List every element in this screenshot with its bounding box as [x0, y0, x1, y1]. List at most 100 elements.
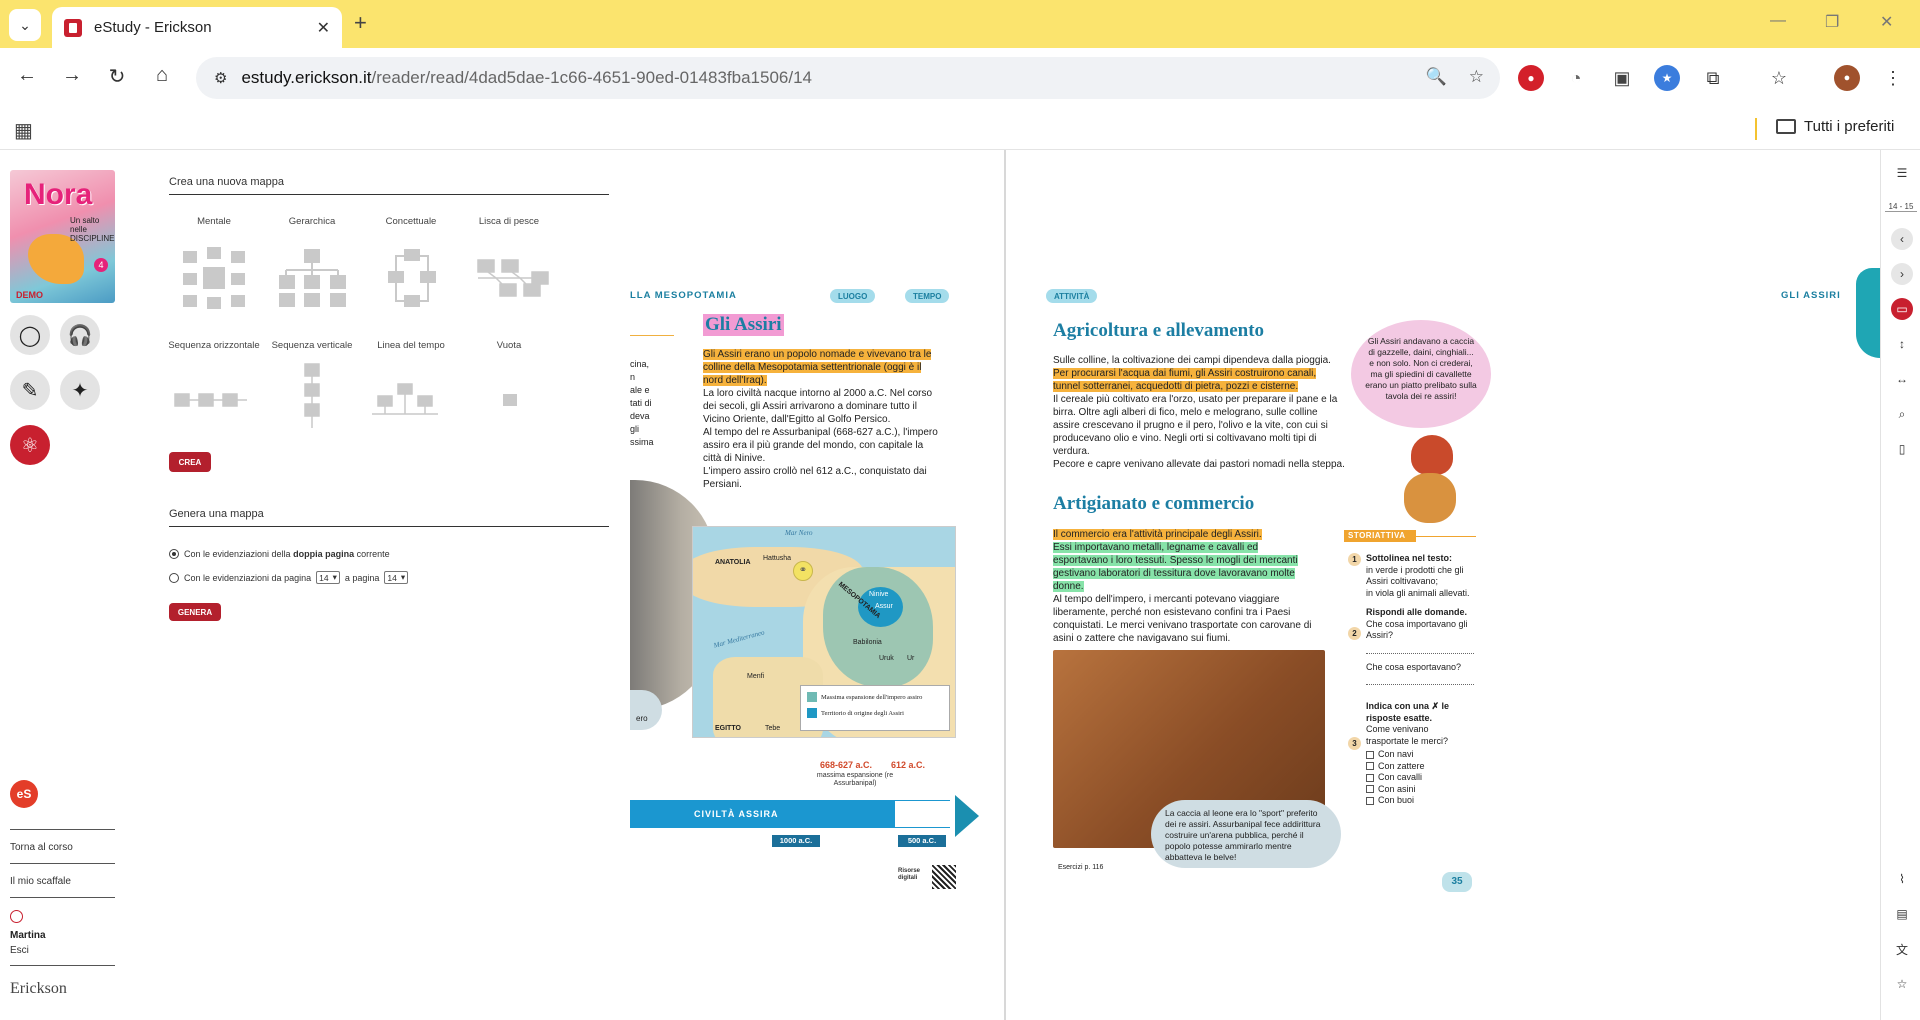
- extensions-puzzle-icon[interactable]: ⧉: [1700, 65, 1726, 91]
- zoom-icon[interactable]: 🔍: [1426, 67, 1447, 87]
- left-p2: Al tempo del re Assurbanipal (668-627 a.…: [703, 427, 938, 464]
- browser-menu-icon[interactable]: ⋮: [1880, 65, 1906, 91]
- option-row[interactable]: Con zattere: [1366, 761, 1474, 773]
- map-link-icon[interactable]: ⚭: [793, 561, 813, 581]
- fit-width-icon[interactable]: ↔: [1891, 368, 1913, 390]
- create-map-button[interactable]: CREA: [169, 452, 211, 472]
- option-label: Con buoi: [1378, 795, 1415, 805]
- browser-tab[interactable]: eStudy - Erickson ✕: [52, 7, 342, 48]
- new-tab-button[interactable]: +: [354, 10, 367, 36]
- close-icon[interactable]: ✕: [317, 18, 330, 38]
- home-icon[interactable]: ⌂: [147, 64, 177, 87]
- option-checkbox[interactable]: [1366, 762, 1374, 771]
- extension-screen-icon[interactable]: ▣: [1609, 65, 1635, 91]
- timeline-map-icon[interactable]: [370, 382, 440, 418]
- apps-grid-icon[interactable]: ▦: [14, 118, 33, 143]
- back-icon[interactable]: ←: [12, 64, 42, 87]
- translate-icon[interactable]: 文: [1891, 938, 1913, 960]
- mascot-character: [1386, 435, 1466, 530]
- timeline-date-1-note: massima espansione (re Assurbanipal): [816, 772, 894, 787]
- cover-demo-badge: DEMO: [16, 290, 43, 300]
- left-rail: Nora Un salto nelle DISCIPLINE 4 DEMO ◯ …: [0, 150, 125, 1020]
- option-page-range[interactable]: Con le evidenziazioni da pagina 14 ▾ a pa…: [169, 571, 409, 584]
- fit-height-icon[interactable]: ↕: [1891, 333, 1913, 355]
- tab-search-button[interactable]: ⌄: [9, 9, 41, 41]
- page-from-select[interactable]: 14 ▾: [316, 571, 340, 584]
- answer-line: [1366, 673, 1474, 685]
- map-panel: Crea una nuova mappa Mentale Gerarchica …: [125, 150, 630, 1020]
- cover-subtitle: Un salto nelle DISCIPLINE: [70, 216, 115, 243]
- window-close-icon[interactable]: ✕: [1880, 12, 1893, 32]
- back-to-course-link[interactable]: Torna al corso: [10, 842, 73, 853]
- option-double-page[interactable]: Con le evidenziazioni della doppia pagin…: [169, 549, 390, 559]
- pill-tempo: TEMPO: [905, 289, 950, 303]
- menu-lines-icon[interactable]: ☰: [1891, 162, 1913, 184]
- site-info-icon[interactable]: ⚙: [214, 69, 227, 87]
- restore-icon[interactable]: ❐: [1825, 12, 1839, 32]
- image-caption-bubble: La caccia al leone era lo "sport" prefer…: [1151, 800, 1341, 868]
- audio-button[interactable]: 🎧: [60, 315, 100, 355]
- horizontal-sequence-icon[interactable]: [173, 392, 251, 408]
- minimize-icon[interactable]: —: [1770, 12, 1786, 30]
- favorites-icon[interactable]: ☆: [1891, 973, 1913, 995]
- forward-icon[interactable]: →: [57, 64, 87, 87]
- notes-icon[interactable]: ▤: [1891, 903, 1913, 925]
- generate-map-button[interactable]: GENERA: [169, 603, 221, 621]
- exercise-number-2: 2: [1348, 627, 1361, 640]
- comments-button[interactable]: ◯: [10, 315, 50, 355]
- option-checkbox[interactable]: [1366, 750, 1374, 759]
- radio-double-page[interactable]: [169, 549, 179, 559]
- book-cover[interactable]: Nora Un salto nelle DISCIPLINE 4 DEMO: [10, 170, 115, 303]
- hierarchical-map-icon[interactable]: [278, 248, 346, 310]
- timeline-date-1: 668-627 a.C.: [820, 760, 873, 770]
- conceptual-map-icon[interactable]: [387, 248, 437, 310]
- bookmark-star-icon[interactable]: ☆: [1469, 67, 1484, 87]
- option-row[interactable]: Con buoi: [1366, 795, 1474, 807]
- fishbone-map-icon[interactable]: [476, 258, 550, 298]
- bookmarks-separator: [1755, 118, 1757, 140]
- timeline-arrow: [955, 795, 979, 837]
- option-checkbox[interactable]: [1366, 785, 1374, 794]
- attachment-icon[interactable]: ⌇: [1891, 868, 1913, 890]
- logout-link[interactable]: Esci: [10, 945, 29, 956]
- rail-divider: [10, 863, 115, 864]
- extension-red-icon[interactable]: ●: [1518, 65, 1544, 91]
- sparkle-icon: ✦: [71, 379, 89, 402]
- address-bar[interactable]: ⚙ estudy.erickson.it/reader/read/4dad5da…: [196, 57, 1500, 99]
- extension-grammar-icon[interactable]: ◔: [1563, 65, 1589, 91]
- concept-map-button[interactable]: ⚛: [10, 425, 50, 465]
- cover-title: Nora: [24, 178, 93, 211]
- option-checkbox[interactable]: [1366, 796, 1374, 805]
- option-row[interactable]: Con asini: [1366, 784, 1474, 796]
- chevron-down-icon: ▾: [332, 572, 337, 582]
- all-bookmarks-folder[interactable]: Tutti i preferiti: [1776, 118, 1894, 135]
- page-to-select[interactable]: 14 ▾: [384, 571, 409, 584]
- bookmark-icon[interactable]: ▯: [1891, 438, 1913, 460]
- radio-page-range[interactable]: [169, 572, 179, 583]
- prev-page-icon[interactable]: ‹: [1891, 228, 1913, 250]
- qr-code-icon[interactable]: [932, 865, 956, 889]
- option-row[interactable]: Con cavalli: [1366, 772, 1474, 784]
- extension-blue-star-icon[interactable]: ★: [1654, 65, 1680, 91]
- section-title-artigianato: Artigianato e commercio: [1053, 493, 1255, 514]
- search-icon[interactable]: ⌕: [1891, 403, 1913, 425]
- highlighter-button[interactable]: ✎: [10, 370, 50, 410]
- cut-text-line: tati di: [630, 398, 652, 408]
- mind-map-icon[interactable]: [181, 245, 247, 311]
- next-page-icon[interactable]: ›: [1891, 263, 1913, 285]
- user-name: Martina: [10, 930, 46, 941]
- empty-map-icon[interactable]: [502, 393, 518, 407]
- reading-list-icon[interactable]: ☆: [1766, 65, 1792, 91]
- map-type-mentale-label: Mentale: [197, 216, 231, 227]
- ai-sparkle-button[interactable]: ✦: [60, 370, 100, 410]
- option-checkbox[interactable]: [1366, 773, 1374, 782]
- double-page-view-icon[interactable]: ▭: [1891, 298, 1913, 320]
- profile-avatar[interactable]: ●: [1834, 65, 1860, 91]
- reload-icon[interactable]: ↻: [102, 64, 132, 89]
- exercise-1b: in viola gli animali allevati.: [1366, 587, 1470, 598]
- left-bubble-text: ero: [636, 714, 648, 723]
- my-shelf-link[interactable]: Il mio scaffale: [10, 876, 71, 887]
- timeline-end: 500 a.C.: [898, 835, 946, 847]
- vertical-sequence-icon[interactable]: [304, 362, 320, 432]
- option-row[interactable]: Con navi: [1366, 749, 1474, 761]
